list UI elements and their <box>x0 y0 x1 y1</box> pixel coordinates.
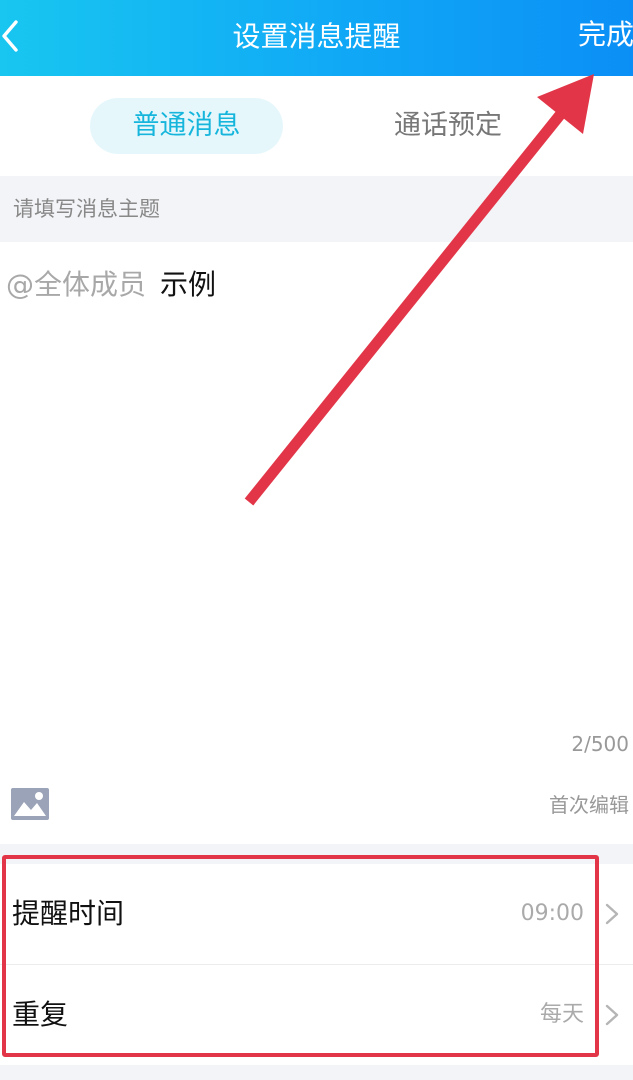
tab-call-booking[interactable]: 通话预定 <box>368 98 528 154</box>
edit-status: 首次编辑 <box>549 793 629 817</box>
section-divider <box>0 844 633 864</box>
reminder-time-row[interactable]: 提醒时间 09:00 <box>0 864 633 964</box>
char-counter: 2/500 <box>571 732 629 756</box>
reminder-time-label: 提醒时间 <box>12 897 125 930</box>
top-nav-bar: 设置消息提醒 完成 <box>0 0 633 76</box>
message-editor[interactable]: @全体成员 示例 2/500 首次编辑 <box>0 242 633 844</box>
reminder-time-value: 09:00 <box>520 901 584 926</box>
bottom-divider <box>0 1065 633 1080</box>
done-button[interactable]: 完成 <box>578 0 633 76</box>
message-subject-header: 请填写消息主题 <box>0 176 633 242</box>
message-input-content[interactable]: @全体成员 示例 <box>6 265 216 305</box>
message-text: 示例 <box>160 268 217 301</box>
message-subject-label: 请填写消息主题 <box>13 197 160 221</box>
chevron-right-icon <box>605 903 619 925</box>
repeat-label: 重复 <box>12 998 69 1031</box>
mention-all-members[interactable]: @全体成员 <box>6 268 146 301</box>
page-title: 设置消息提醒 <box>232 20 401 53</box>
image-icon[interactable] <box>10 787 50 821</box>
back-icon[interactable] <box>0 16 22 56</box>
repeat-value: 每天 <box>539 1002 584 1027</box>
repeat-row[interactable]: 重复 每天 <box>0 965 633 1065</box>
tab-normal-message[interactable]: 普通消息 <box>90 98 283 154</box>
message-type-tabs: 普通消息 通话预定 <box>0 76 633 176</box>
chevron-right-icon <box>605 1004 619 1026</box>
